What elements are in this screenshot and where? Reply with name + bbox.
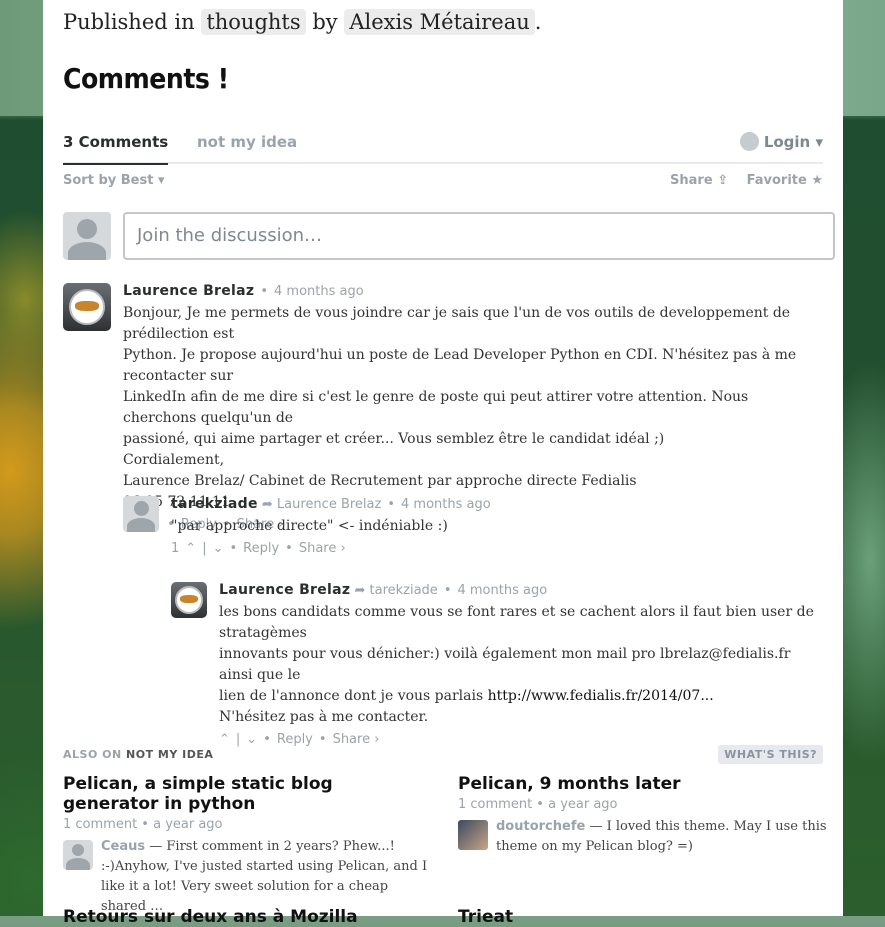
published-prefix: Published in [63, 10, 195, 34]
sort-dropdown[interactable]: Sort by Best ▾ [63, 173, 164, 188]
upvote-icon[interactable]: ⌃ [185, 541, 196, 556]
in-reply-to[interactable]: ➦ Laurence Brelaz [262, 497, 381, 512]
comments-heading: Comments ! [63, 62, 229, 95]
tab-community[interactable]: not my idea [197, 133, 297, 151]
related-thread-excerpt[interactable]: doutorchefe — I loved this theme. May I … [458, 817, 828, 857]
share-thread-button[interactable]: Share ⇪ [670, 173, 728, 188]
also-on-site[interactable]: NOT MY IDEA [126, 748, 213, 761]
comment-time[interactable]: 4 months ago [274, 284, 364, 299]
share-button[interactable]: Share › [299, 541, 346, 556]
comment-text: les bons candidats comme vous se font ra… [219, 604, 814, 725]
join-discussion-input[interactable]: Join the discussion… [123, 212, 835, 260]
related-thread-card[interactable]: Pelican, a simple static blog generator … [63, 774, 433, 917]
user-icon [739, 132, 759, 151]
login-dropdown[interactable]: Login ▾ [739, 132, 823, 151]
related-thread-excerpt[interactable]: Ceaus — First comment in 2 years? Phew..… [63, 837, 433, 917]
post-footer: Published in thoughts by Alexis Métairea… [63, 9, 542, 35]
related-thread-title[interactable]: Retours sur deux ans à Mozilla [63, 907, 358, 927]
related-thread-title[interactable]: Pelican, a simple static blog generator … [63, 774, 433, 814]
comment-text: "par approche directe" <- indéniable :) [171, 518, 448, 534]
avatar[interactable] [63, 283, 111, 331]
related-thread-meta: 1 comment • a year ago [63, 817, 223, 832]
comment-author[interactable]: Laurence Brelaz [219, 582, 350, 598]
reply-button[interactable]: Reply [277, 732, 313, 747]
downvote-icon[interactable]: ⌄ [213, 541, 224, 556]
comment-time[interactable]: 4 months ago [401, 497, 491, 512]
avatar [458, 820, 488, 850]
avatar[interactable] [123, 496, 159, 532]
upvote-icon[interactable]: ⌃ [219, 732, 230, 747]
author-link[interactable]: Alexis Métaireau [344, 9, 535, 35]
related-thread-card[interactable]: Pelican, 9 months later 1 comment • a ye… [458, 774, 828, 857]
in-reply-to[interactable]: ➦ tarekziade [354, 583, 437, 598]
reply-button[interactable]: Reply [243, 541, 279, 556]
whats-this-button[interactable]: WHAT'S THIS? [718, 745, 823, 764]
by-text: by [312, 10, 338, 34]
excerpt-user[interactable]: doutorchefe [496, 819, 585, 834]
avatar[interactable] [171, 582, 207, 618]
disqus-tabs: 3 Comments not my idea Login ▾ [63, 130, 823, 165]
favorite-button[interactable]: Favorite ★ [747, 173, 823, 188]
page-content: Published in thoughts by Alexis Métairea… [43, 0, 843, 927]
comment-actions: 1 ⌃ | ⌄ • Reply • Share › [171, 541, 346, 556]
share-button[interactable]: Share › [333, 732, 380, 747]
comment-time[interactable]: 4 months ago [457, 583, 547, 598]
related-thread-title[interactable]: Pelican, 9 months later [458, 774, 828, 794]
excerpt-user[interactable]: Ceaus [101, 839, 145, 854]
category-link[interactable]: thoughts [201, 9, 306, 35]
comment-author[interactable]: tarekziade [171, 496, 258, 512]
related-thread-title[interactable]: Trieat [458, 907, 513, 927]
guest-avatar [63, 212, 111, 260]
avatar [63, 840, 93, 870]
also-on-header: ALSO ON NOT MY IDEA WHAT'S THIS? [63, 745, 823, 764]
comment-link[interactable]: http://www.fedialis.fr/2014/07... [488, 688, 714, 704]
comment-author[interactable]: Laurence Brelaz [123, 283, 254, 299]
tab-comments-count[interactable]: 3 Comments [63, 133, 169, 165]
downvote-icon[interactable]: ⌄ [246, 732, 257, 747]
comment-text: Bonjour, Je me permets de vous joindre c… [123, 305, 797, 510]
vote-count: 1 [171, 541, 180, 556]
related-thread-meta: 1 comment • a year ago [458, 797, 618, 812]
